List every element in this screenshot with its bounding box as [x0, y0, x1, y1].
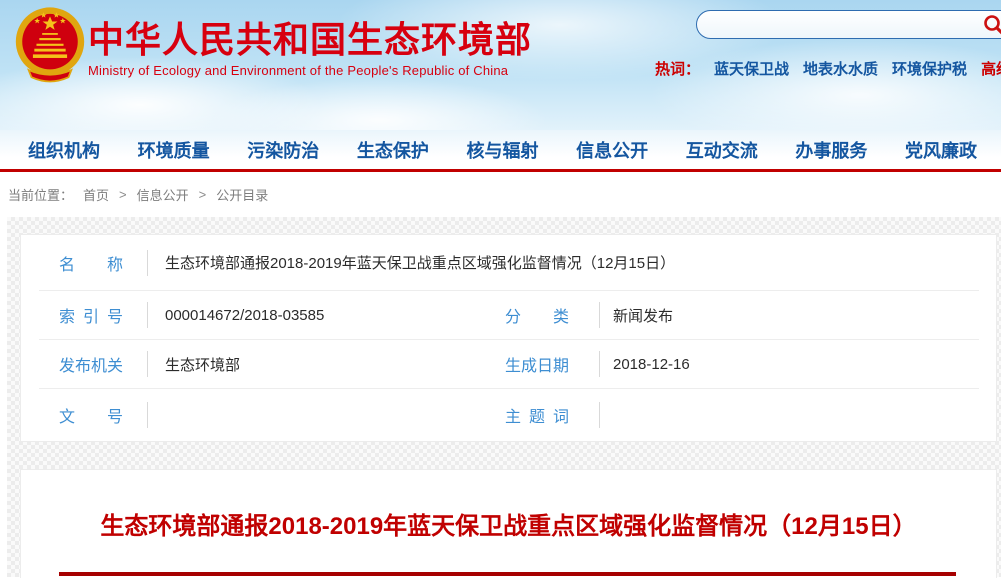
site-subtitle-en: Ministry of Ecology and Environment of t…: [88, 63, 532, 78]
nav-item-pollution-control[interactable]: 污染防治: [247, 137, 319, 163]
breadcrumb-info-disclosure[interactable]: 信息公开: [137, 185, 189, 204]
nav-item-eco-protection[interactable]: 生态保护: [357, 137, 429, 163]
field-separator: [599, 351, 600, 377]
field-label-index-number: 索引号: [59, 303, 123, 327]
hot-words-bar: 热词： 蓝天保卫战地表水水质环境保护税高级检索: [655, 58, 1001, 79]
nav-item-organization[interactable]: 组织机构: [28, 137, 100, 163]
hot-word-link-env-tax[interactable]: 环境保护税: [892, 61, 967, 78]
content-area: 名称 生态环境部通报2018-2019年蓝天保卫战重点区域强化监督情况（12月1…: [7, 217, 1001, 577]
breadcrumb: 当前位置： 首页 > 信息公开 > 公开目录: [0, 172, 1001, 217]
nav-item-interaction[interactable]: 互动交流: [686, 137, 758, 163]
breadcrumb-separator: >: [119, 187, 127, 202]
search-box[interactable]: [696, 10, 1001, 39]
search-input[interactable]: [711, 13, 971, 36]
national-emblem-logo: [14, 6, 86, 90]
article: 生态环境部通报2018-2019年蓝天保卫战重点区域强化监督情况（12月15日）: [20, 469, 997, 578]
field-value-issuing-agency: 生态环境部: [165, 354, 478, 375]
nav-item-env-quality[interactable]: 环境质量: [138, 137, 210, 163]
main-nav: 组织机构 环境质量 污染防治 生态保护 核与辐射 信息公开 互动交流 办事服务 …: [0, 130, 1001, 172]
field-label-subject-words: 主题词: [505, 403, 569, 427]
field-value-name: 生态环境部通报2018-2019年蓝天保卫战重点区域强化监督情况（12月15日）: [165, 252, 675, 273]
document-info-table: 名称 生态环境部通报2018-2019年蓝天保卫战重点区域强化监督情况（12月1…: [20, 234, 997, 442]
field-separator: [599, 402, 600, 428]
field-separator: [147, 302, 148, 328]
field-label-document-number: 文号: [59, 403, 123, 427]
field-label-generation-date: 生成日期: [505, 352, 569, 376]
breadcrumb-open-catalog[interactable]: 公开目录: [216, 185, 268, 204]
breadcrumb-separator: >: [199, 187, 207, 202]
field-separator: [147, 250, 148, 276]
hot-word-link-blue-sky[interactable]: 蓝天保卫战: [714, 61, 789, 78]
field-label-issuing-agency: 发布机关: [59, 352, 123, 376]
table-row: 文号 主题词: [21, 389, 996, 441]
table-row: 索引号 000014672/2018-03585 分类 新闻发布: [21, 291, 996, 339]
search-icon[interactable]: [983, 14, 1001, 36]
field-value-index-number: 000014672/2018-03585: [165, 307, 478, 324]
nav-item-services[interactable]: 办事服务: [795, 137, 867, 163]
site-header: 中华人民共和国生态环境部 Ministry of Ecology and Env…: [0, 0, 1001, 130]
article-divider: [59, 572, 956, 576]
field-value-category: 新闻发布: [613, 305, 673, 326]
article-title: 生态环境部通报2018-2019年蓝天保卫战重点区域强化监督情况（12月15日）: [21, 470, 996, 544]
nav-item-info-disclosure[interactable]: 信息公开: [576, 137, 648, 163]
breadcrumb-home[interactable]: 首页: [83, 185, 109, 204]
field-separator: [147, 351, 148, 377]
nav-item-party-conduct[interactable]: 党风廉政: [905, 137, 977, 163]
table-row: 发布机关 生态环境部 生成日期 2018-12-16: [21, 340, 996, 388]
hot-words-label: 热词：: [655, 61, 700, 78]
field-label-category: 分类: [505, 303, 569, 327]
field-separator: [147, 402, 148, 428]
nav-item-nuclear-radiation[interactable]: 核与辐射: [467, 137, 539, 163]
page: 中华人民共和国生态环境部 Ministry of Ecology and Env…: [0, 0, 1001, 578]
hot-word-link-surface-water[interactable]: 地表水水质: [803, 61, 878, 78]
advanced-search-link[interactable]: 高级检索: [981, 61, 1001, 78]
site-title[interactable]: 中华人民共和国生态环境部: [88, 20, 532, 60]
field-separator: [599, 302, 600, 328]
breadcrumb-label: 当前位置：: [8, 185, 73, 204]
field-label-name: 名称: [59, 251, 123, 275]
table-row: 名称 生态环境部通报2018-2019年蓝天保卫战重点区域强化监督情况（12月1…: [21, 235, 996, 290]
site-titles: 中华人民共和国生态环境部 Ministry of Ecology and Env…: [88, 20, 532, 78]
field-value-generation-date: 2018-12-16: [613, 356, 690, 373]
